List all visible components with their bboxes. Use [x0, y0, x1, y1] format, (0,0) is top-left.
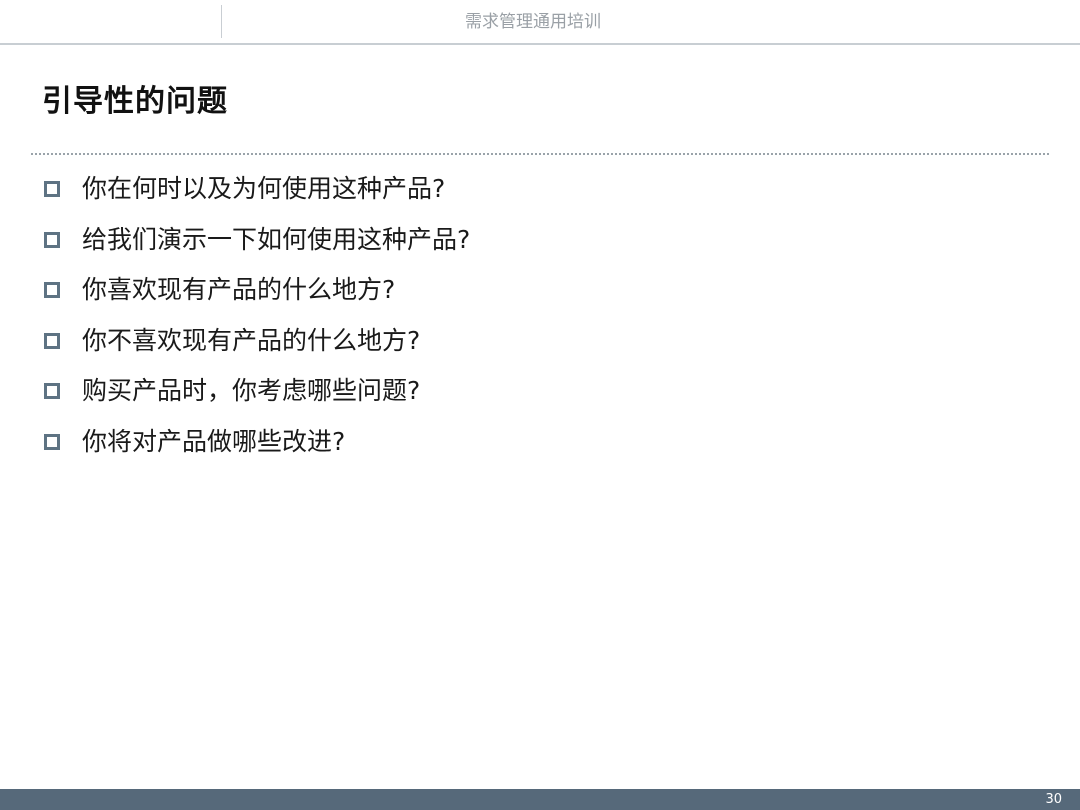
list-item-text: 你将对产品做哪些改进? — [82, 426, 346, 456]
square-bullet-icon — [44, 282, 60, 299]
square-bullet-icon — [44, 433, 60, 450]
list-item-text: 你不喜欢现有产品的什么地方? — [82, 325, 421, 355]
square-bullet-icon — [44, 181, 60, 198]
list-item-text: 你喜欢现有产品的什么地方? — [82, 275, 396, 305]
list-item-text: 你在何时以及为何使用这种产品? — [82, 174, 446, 204]
square-bullet-icon — [44, 231, 60, 248]
footer-bar: 30 — [0, 789, 1080, 810]
square-bullet-icon — [44, 332, 60, 349]
list-item-text: 购买产品时，你考虑哪些问题? — [82, 376, 421, 406]
list-item-text: 给我们演示一下如何使用这种产品? — [82, 224, 471, 254]
page-title: 引导性的问题 — [42, 84, 228, 119]
list-item: 你在何时以及为何使用这种产品? — [44, 164, 470, 215]
course-title: 需求管理通用培训 — [465, 12, 601, 32]
list-item: 给我们演示一下如何使用这种产品? — [44, 215, 470, 266]
title-dotted-divider — [31, 153, 1049, 155]
square-bullet-icon — [44, 383, 60, 400]
list-item: 购买产品时，你考虑哪些问题? — [44, 366, 470, 417]
page-number: 30 — [1045, 792, 1062, 807]
header-rule — [0, 43, 1080, 45]
list-item: 你喜欢现有产品的什么地方? — [44, 265, 470, 316]
question-list: 你在何时以及为何使用这种产品? 给我们演示一下如何使用这种产品? 你喜欢现有产品… — [44, 164, 470, 467]
list-item: 你将对产品做哪些改进? — [44, 417, 470, 468]
list-item: 你不喜欢现有产品的什么地方? — [44, 316, 470, 367]
